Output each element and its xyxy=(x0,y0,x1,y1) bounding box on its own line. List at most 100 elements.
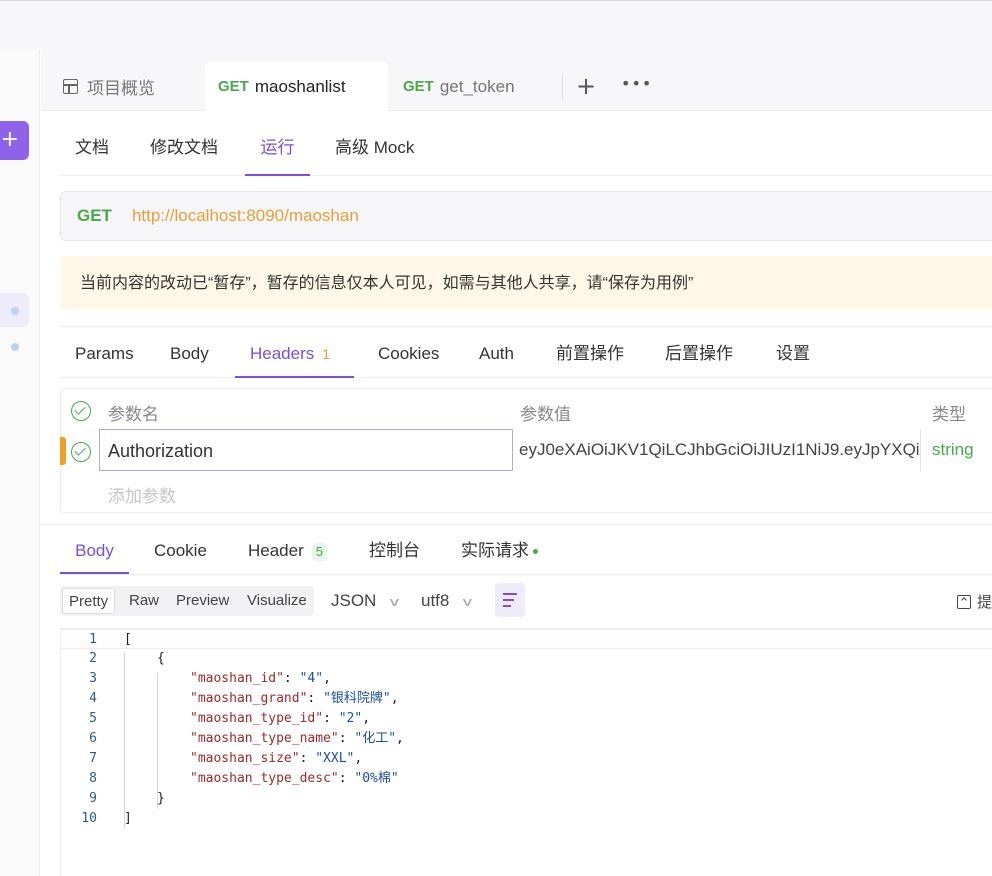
row-drag-handle[interactable] xyxy=(60,437,66,465)
tab-get-token[interactable]: GET get_token xyxy=(403,62,553,111)
response-code-editor[interactable]: 1 [ 2 { 3 "maoshan_id": "4", 4 "maoshan_… xyxy=(60,628,992,876)
code-line: 5 "maoshan_type_id": "2", xyxy=(61,709,992,729)
tab-overview[interactable]: 项目概览 xyxy=(63,62,203,111)
code-text: "maoshan_grand": "银科院牌", xyxy=(190,691,399,706)
column-header-name: 参数名 xyxy=(108,405,159,424)
line-number: 4 xyxy=(89,691,97,706)
check-icon[interactable] xyxy=(71,442,91,462)
response-toolbar: Pretty Raw Preview Visualize JSON ∨ utf8 ∨… xyxy=(60,583,992,617)
add-param-input[interactable]: 添加参数 xyxy=(108,482,176,507)
json-value: "0%棉" xyxy=(354,771,399,786)
subtab-docs[interactable]: 文档 xyxy=(75,120,109,176)
export-button[interactable]: 提 xyxy=(957,591,992,612)
tab-body[interactable]: Body xyxy=(170,327,209,378)
method-select[interactable]: GET xyxy=(77,206,112,226)
wrap-icon[interactable] xyxy=(495,583,525,617)
column-header-value: 参数值 xyxy=(520,405,571,424)
count-badge: 1 xyxy=(322,346,331,362)
format-select[interactable]: JSON ∨ xyxy=(331,586,402,616)
method-tag: GET xyxy=(403,78,434,95)
top-bar xyxy=(0,0,992,50)
table-header: 参数名 参数值 类型 xyxy=(61,389,992,431)
view-pretty-button[interactable]: Pretty xyxy=(62,588,116,614)
code-text: "maoshan_type_id": "2", xyxy=(190,711,371,726)
param-name-input[interactable]: Authorization xyxy=(99,429,513,471)
json-key: "maoshan_type_name" xyxy=(190,731,339,746)
tab-actual-request[interactable]: 实际请求 xyxy=(461,528,538,574)
json-key: "maoshan_id" xyxy=(190,671,284,686)
code-text: { xyxy=(157,651,165,666)
request-tabs: Params Body Headers 1 Cookies Auth 前置操作 后… xyxy=(60,326,992,378)
chevron-down-icon: ∨ xyxy=(387,595,402,609)
code-text: "maoshan_type_name": "化工", xyxy=(190,731,404,746)
json-value: "XXL" xyxy=(315,751,355,766)
tab-response-cookie[interactable]: Cookie xyxy=(154,528,207,574)
url-bar[interactable]: GET http://localhost:8090/maoshan xyxy=(60,191,992,241)
line-number: 5 xyxy=(89,711,97,726)
count-badge: 5 xyxy=(311,543,327,561)
tab-settings[interactable]: 设置 xyxy=(776,327,810,378)
line-number: 3 xyxy=(89,671,97,686)
chevron-down-icon: ∨ xyxy=(460,595,475,609)
json-value: "化工" xyxy=(354,731,397,746)
tab-label: Header xyxy=(248,541,304,560)
encoding-value: utf8 xyxy=(421,591,450,610)
code-text: ] xyxy=(124,811,132,826)
overview-icon xyxy=(63,79,78,94)
tab-response-header[interactable]: Header 5 xyxy=(248,528,327,574)
view-visualize-button[interactable]: Visualize xyxy=(241,588,313,614)
format-value: JSON xyxy=(331,591,377,610)
tab-maoshanlist[interactable]: GET maoshanlist xyxy=(205,62,388,111)
tab-post-ops[interactable]: 后置操作 xyxy=(665,327,733,378)
export-label: 提 xyxy=(977,594,992,611)
left-sidebar: + xyxy=(0,50,40,876)
tab-label: 项目概览 xyxy=(87,79,155,98)
code-text: } xyxy=(157,791,165,806)
line-number: 6 xyxy=(89,731,97,746)
tree-dot-icon[interactable] xyxy=(11,307,19,315)
code-line: 3 "maoshan_id": "4", xyxy=(61,669,992,689)
subtab-edit-docs[interactable]: 修改文档 xyxy=(150,120,218,176)
line-number: 2 xyxy=(89,651,97,666)
check-icon[interactable] xyxy=(71,401,91,421)
view-raw-button[interactable]: Raw xyxy=(123,588,165,614)
tab-pre-ops[interactable]: 前置操作 xyxy=(556,327,624,378)
code-line: 1 [ xyxy=(61,629,992,649)
param-value-input[interactable]: eyJ0eXAiOiJKV1QiLCJhbGciOiJIUzI1NiJ9.eyJ… xyxy=(513,429,921,471)
tab-response-body[interactable]: Body xyxy=(60,528,129,574)
view-preview-button[interactable]: Preview xyxy=(170,588,235,614)
json-key: "maoshan_grand" xyxy=(190,691,308,706)
json-key: "maoshan_size" xyxy=(190,751,300,766)
encoding-select[interactable]: utf8 ∨ xyxy=(421,586,475,616)
new-button[interactable]: + xyxy=(0,121,29,160)
subtab-run[interactable]: 运行 xyxy=(245,120,310,176)
tab-console[interactable]: 控制台 xyxy=(369,528,420,574)
line-number: 8 xyxy=(89,771,97,786)
plus-icon: + xyxy=(575,72,597,100)
section-divider xyxy=(40,524,992,525)
plus-icon: + xyxy=(0,127,19,152)
code-text: "maoshan_type_desc": "0%棉" xyxy=(190,771,399,786)
view-mode-group: Pretty Raw Preview Visualize xyxy=(60,586,314,616)
tab-cookies[interactable]: Cookies xyxy=(378,327,439,378)
code-line: 9 } xyxy=(61,789,992,809)
tab-auth[interactable]: Auth xyxy=(479,327,514,378)
code-line: 4 "maoshan_grand": "银科院牌", xyxy=(61,689,992,709)
tab-label: maoshanlist xyxy=(254,76,346,96)
code-line: 2 { xyxy=(61,649,992,669)
url-input[interactable]: http://localhost:8090/maoshan xyxy=(132,206,359,226)
line-number: 10 xyxy=(81,811,97,826)
line-number: 1 xyxy=(89,632,97,647)
method-tag: GET xyxy=(218,78,249,95)
json-key: "maoshan_type_desc" xyxy=(190,771,339,786)
tab-headers[interactable]: Headers 1 xyxy=(235,327,354,378)
tab-params[interactable]: Params xyxy=(75,327,134,378)
tree-dot-icon[interactable] xyxy=(11,343,19,351)
add-tab-button[interactable]: + xyxy=(573,72,599,102)
param-type-select[interactable]: string xyxy=(932,429,974,471)
tab-label: Headers xyxy=(250,344,315,363)
more-icon[interactable]: ••• xyxy=(621,70,651,100)
subtab-advanced-mock[interactable]: 高级 Mock xyxy=(335,120,414,176)
draft-notice: 当前内容的改动已“暂存”，暂存的信息仅本人可见，如需与其他人共享，请“保存为用例… xyxy=(60,256,992,310)
divider xyxy=(562,74,563,100)
